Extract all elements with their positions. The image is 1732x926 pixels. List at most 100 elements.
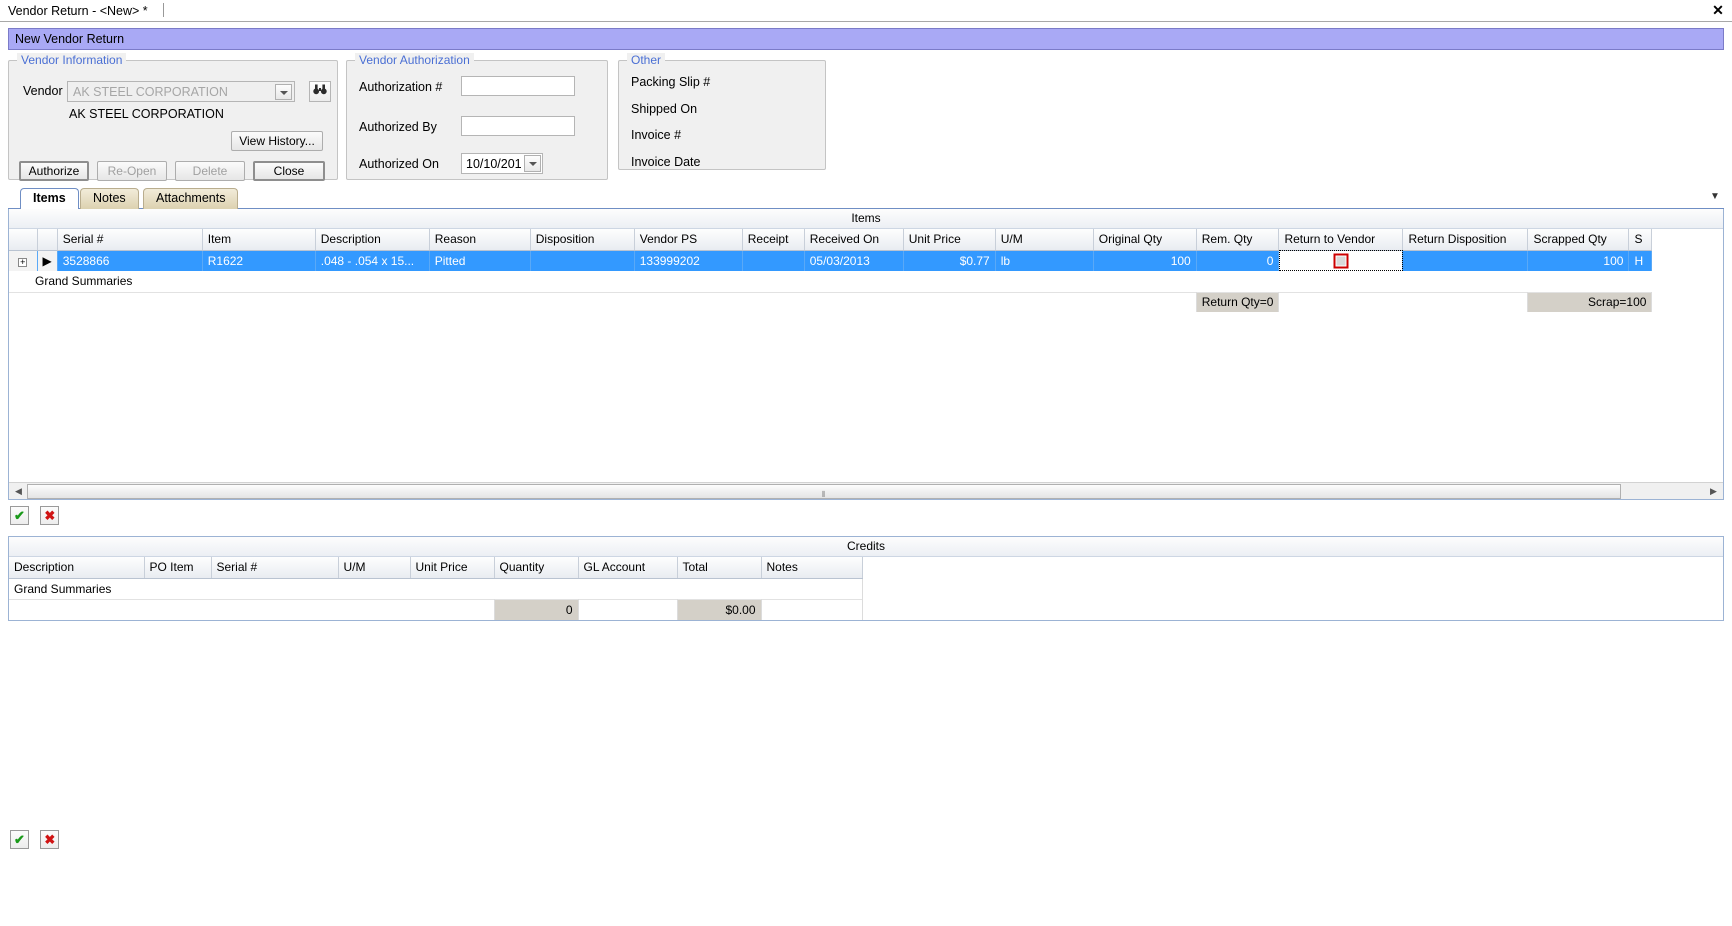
spinner-editor-icon[interactable] — [1333, 253, 1349, 269]
credits-header-row: Description PO Item Serial # U/M Unit Pr… — [9, 557, 863, 579]
items-col-um[interactable]: U/M — [995, 229, 1094, 251]
items-delete-cross-icon[interactable]: ✖ — [40, 506, 60, 525]
main-tabstrip: Items Notes Attachments ▼ — [8, 188, 1724, 209]
cell-disposition[interactable] — [530, 250, 635, 271]
vendor-authorization-group: Vendor Authorization Authorization # Aut… — [346, 53, 608, 180]
cell-unit-price[interactable]: $0.77 — [903, 250, 996, 271]
credits-table: Description PO Item Serial # U/M Unit Pr… — [9, 557, 863, 620]
items-col-description[interactable]: Description — [315, 229, 430, 251]
document-tab[interactable]: Vendor Return - <New> * — [0, 0, 158, 22]
cell-scrapped-qty[interactable]: 100 — [1527, 250, 1630, 271]
items-grid: Items Serial # Item Description Reason D… — [8, 209, 1724, 500]
cell-return-disposition[interactable] — [1402, 250, 1529, 271]
scrollbar-grip-icon: ⦀ — [821, 490, 827, 499]
credits-col-gl-account[interactable]: GL Account — [578, 557, 678, 579]
credits-add-check-icon[interactable]: ✔ — [10, 830, 29, 849]
cell-reason[interactable]: Pitted — [429, 250, 531, 271]
items-grid-caption: Items — [9, 209, 1723, 229]
items-horizontal-scrollbar[interactable]: ◀ ▶ ⦀ — [9, 482, 1723, 499]
items-col-rowmark — [37, 229, 58, 251]
view-history-button[interactable]: View History... — [231, 131, 323, 151]
cell-item[interactable]: R1622 — [202, 250, 316, 271]
calendar-chevron-down-icon[interactable] — [524, 155, 541, 172]
credits-summary-spacer-3 — [761, 598, 863, 620]
credits-col-serial[interactable]: Serial # — [211, 557, 339, 579]
credits-action-icons: ✔ ✖ — [10, 830, 1732, 852]
items-col-item[interactable]: Item — [202, 229, 316, 251]
table-row[interactable]: + ▶ 3528866 R1622 .048 - .054 x 15... Pi… — [9, 250, 1653, 271]
tabstrip-chevron-down-icon[interactable]: ▼ — [1708, 191, 1722, 205]
items-col-rem-qty[interactable]: Rem. Qty — [1196, 229, 1280, 251]
invoice-date-label: Invoice Date — [631, 155, 701, 169]
credits-col-unit-price[interactable]: Unit Price — [410, 557, 495, 579]
scroll-left-icon[interactable]: ◀ — [11, 484, 26, 499]
binoculars-icon[interactable] — [309, 81, 331, 102]
credits-col-description[interactable]: Description — [9, 557, 145, 579]
credits-col-notes[interactable]: Notes — [761, 557, 863, 579]
items-col-disposition[interactable]: Disposition — [530, 229, 635, 251]
items-col-reason[interactable]: Reason — [429, 229, 531, 251]
delete-button: Delete — [175, 161, 245, 181]
items-col-receipt[interactable]: Receipt — [742, 229, 805, 251]
items-header-row: Serial # Item Description Reason Disposi… — [9, 229, 1653, 251]
items-col-return-disposition[interactable]: Return Disposition — [1402, 229, 1529, 251]
vendor-label: Vendor — [23, 84, 63, 98]
items-summary-values-row: Return Qty=0 Scrap=100 — [9, 291, 1653, 312]
credits-col-quantity[interactable]: Quantity — [494, 557, 579, 579]
credits-col-um[interactable]: U/M — [338, 557, 411, 579]
authorized-by-input[interactable] — [461, 116, 575, 136]
items-col-serial[interactable]: Serial # — [57, 229, 203, 251]
close-icon[interactable]: ✕ — [1710, 3, 1726, 19]
items-add-check-icon[interactable]: ✔ — [10, 506, 29, 525]
authorized-on-value: 10/10/201 — [466, 157, 522, 171]
cell-return-to-vendor-editor[interactable] — [1278, 250, 1404, 271]
items-summary-spacer — [9, 291, 1197, 312]
cell-um[interactable]: lb — [995, 250, 1094, 271]
scroll-right-icon[interactable]: ▶ — [1706, 484, 1721, 499]
authorization-number-input[interactable] — [461, 76, 575, 96]
packing-slip-label: Packing Slip # — [631, 75, 711, 89]
cell-s[interactable]: H — [1628, 250, 1653, 271]
cell-rem-qty[interactable]: 0 — [1196, 250, 1280, 271]
cell-serial[interactable]: 3528866 — [57, 250, 203, 271]
credits-summary-spacer — [9, 598, 495, 620]
credits-delete-cross-icon[interactable]: ✖ — [40, 830, 60, 849]
items-col-s[interactable]: S — [1628, 229, 1653, 251]
credits-col-total[interactable]: Total — [677, 557, 762, 579]
credits-summary-spacer-2 — [578, 598, 678, 620]
items-table: Serial # Item Description Reason Disposi… — [9, 229, 1653, 482]
close-button[interactable]: Close — [253, 161, 325, 181]
cell-receipt[interactable] — [742, 250, 805, 271]
vendor-combobox[interactable]: AK STEEL CORPORATION — [67, 81, 295, 102]
items-col-original-qty[interactable]: Original Qty — [1093, 229, 1197, 251]
credits-summary-total: $0.00 — [677, 598, 762, 620]
cell-received-on[interactable]: 05/03/2013 — [804, 250, 904, 271]
window-titlebar: Vendor Return - <New> * ✕ — [0, 0, 1732, 22]
items-col-unit-price[interactable]: Unit Price — [903, 229, 996, 251]
reopen-button: Re-Open — [97, 161, 167, 181]
tab-items[interactable]: Items — [20, 188, 79, 209]
items-summary-return-qty: Return Qty=0 — [1196, 291, 1280, 312]
authorization-number-label: Authorization # — [359, 80, 443, 94]
items-col-return-to-vendor[interactable]: Return to Vendor — [1278, 229, 1404, 251]
items-col-received-on[interactable]: Received On — [804, 229, 904, 251]
vendor-information-title: Vendor Information — [17, 53, 127, 67]
authorize-button[interactable]: Authorize — [19, 161, 89, 181]
row-expander-icon[interactable]: + — [9, 250, 38, 271]
scrollbar-thumb[interactable]: ⦀ — [27, 484, 1621, 499]
credits-grand-summaries-row: Grand Summaries — [9, 578, 863, 599]
chevron-down-icon[interactable] — [275, 84, 292, 100]
credits-col-po-item[interactable]: PO Item — [144, 557, 212, 579]
credits-summary-values-row: 0 $0.00 — [9, 598, 863, 620]
tab-notes[interactable]: Notes — [80, 188, 139, 209]
items-col-vendor-ps[interactable]: Vendor PS — [634, 229, 743, 251]
items-col-scrapped-qty[interactable]: Scrapped Qty — [1527, 229, 1630, 251]
vendor-combobox-value: AK STEEL CORPORATION — [73, 85, 228, 99]
tab-attachments[interactable]: Attachments — [143, 188, 239, 209]
cell-original-qty[interactable]: 100 — [1093, 250, 1197, 271]
cell-vendor-ps[interactable]: 133999202 — [634, 250, 743, 271]
authorized-on-datepicker[interactable]: 10/10/201 — [461, 153, 543, 174]
cell-description[interactable]: .048 - .054 x 15... — [315, 250, 430, 271]
vendor-name-text: AK STEEL CORPORATION — [69, 107, 224, 121]
credits-summary-quantity: 0 — [494, 598, 579, 620]
